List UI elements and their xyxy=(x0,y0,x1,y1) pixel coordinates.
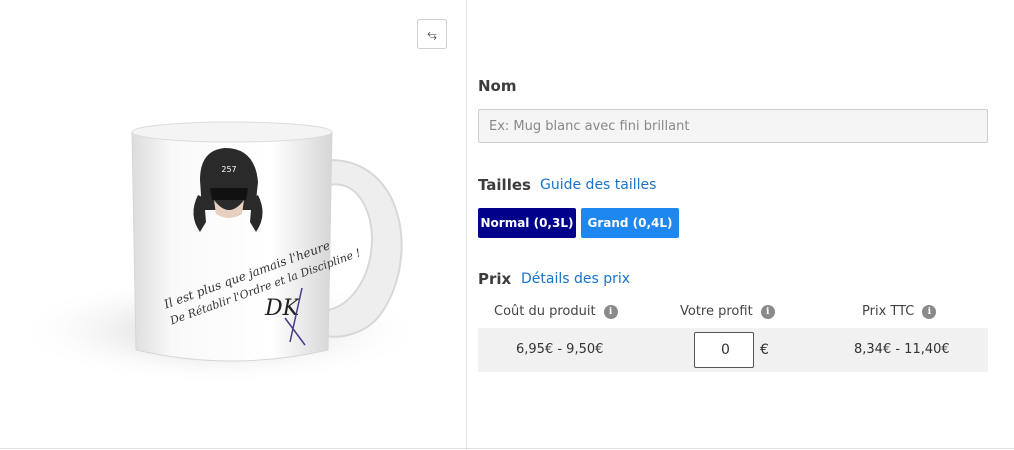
info-icon[interactable]: i xyxy=(760,304,775,319)
size-normal-button[interactable]: Normal (0,3L) xyxy=(478,208,576,238)
price-ttc-header: Prix TTC i xyxy=(862,304,937,319)
price-row: 6,95€ - 9,50€ € 8,34€ - 11,40€ xyxy=(478,328,988,372)
currency-symbol: € xyxy=(760,342,769,358)
name-label: Nom xyxy=(478,77,517,95)
size-guide-link[interactable]: Guide des tailles xyxy=(540,177,656,193)
swap-image-button[interactable]: ⥃ xyxy=(417,19,447,49)
profit-header: Votre profit i xyxy=(680,304,775,319)
sizes-label: Tailles xyxy=(478,176,531,194)
profit-header-label: Votre profit xyxy=(680,304,753,319)
mug-image: 257 Il est plus que jamais l'heure De Ré… xyxy=(15,121,425,385)
product-cost-header: Coût du produit i xyxy=(494,304,618,319)
product-form: Nom Tailles Guide des tailles Normal (0,… xyxy=(468,0,1014,450)
profit-input[interactable] xyxy=(694,332,754,368)
bottom-divider xyxy=(0,448,1014,449)
price-label: Prix xyxy=(478,270,512,288)
price-ttc-value: 8,34€ - 11,40€ xyxy=(854,342,950,357)
price-details-link[interactable]: Détails des prix xyxy=(521,271,630,287)
product-cost-value: 6,95€ - 9,50€ xyxy=(516,342,604,357)
info-icon[interactable]: i xyxy=(922,304,937,319)
product-image-pane: ⥃ 257 Il est plus que jamais l'heure De … xyxy=(0,0,467,450)
price-ttc-header-label: Prix TTC xyxy=(862,304,915,319)
product-name-input[interactable] xyxy=(478,109,988,143)
hat-number: 257 xyxy=(221,165,236,174)
product-cost-header-label: Coût du produit xyxy=(494,304,596,319)
swap-horizontal-icon: ⥃ xyxy=(427,26,437,41)
info-icon[interactable]: i xyxy=(603,304,618,319)
size-grand-button[interactable]: Grand (0,4L) xyxy=(581,208,679,238)
